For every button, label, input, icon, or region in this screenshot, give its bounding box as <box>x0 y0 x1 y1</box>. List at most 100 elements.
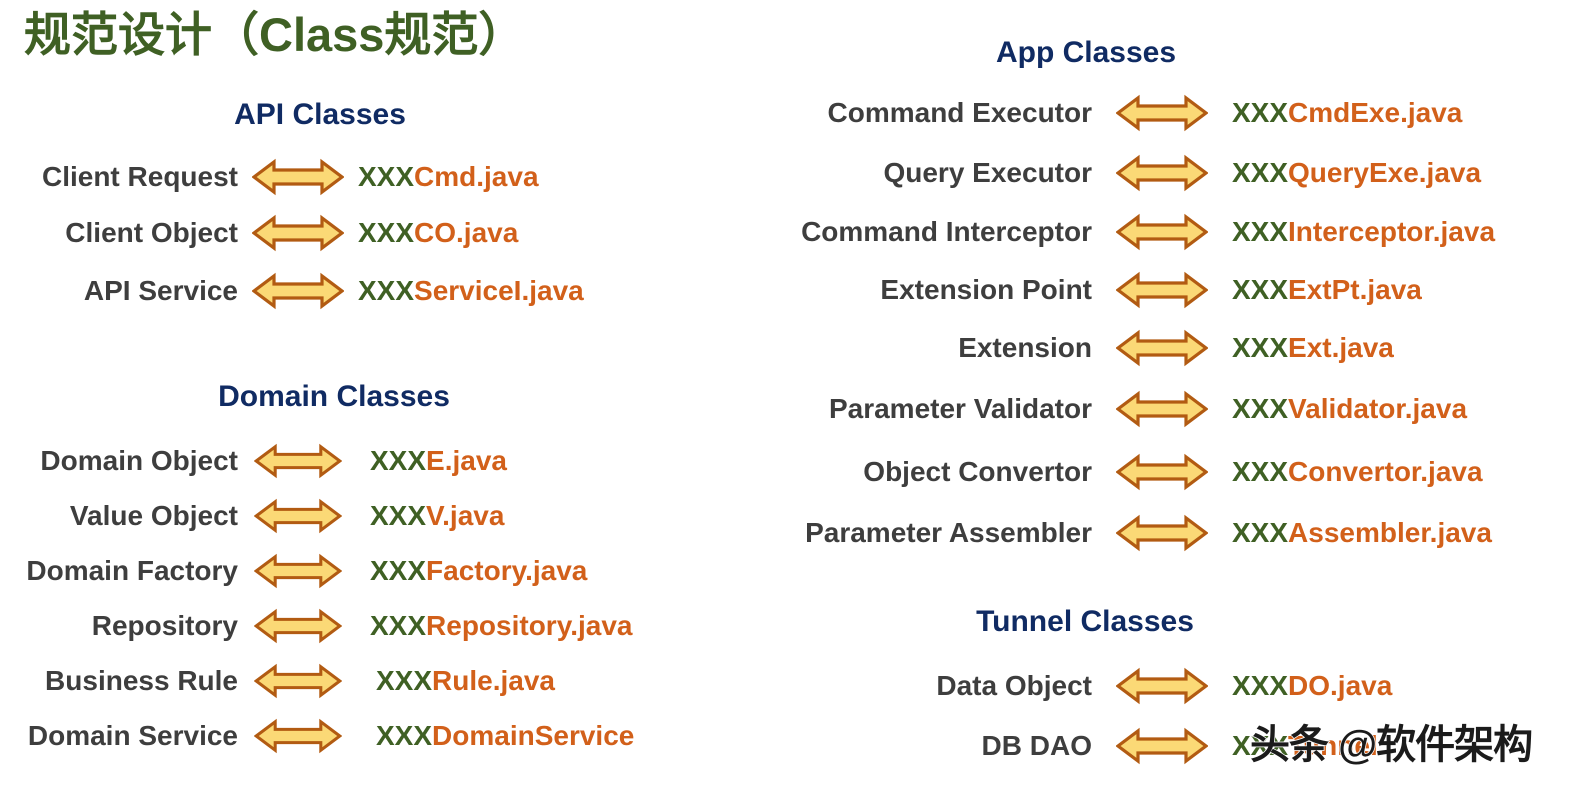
row-class-name: XXXExt.java <box>1232 334 1572 362</box>
row-label: Domain Service <box>27 719 238 751</box>
row-class-name: XXXDO.java <box>1232 672 1572 700</box>
row-class-name: XXXExtPt.java <box>1232 276 1572 304</box>
class-suffix: QueryExe.java <box>1288 157 1482 188</box>
row-class-name: XXXAssembler.java <box>1232 519 1572 547</box>
left-right-arrow-icon <box>238 497 358 535</box>
table-row[interactable]: Extension Point XXXExtPt.java <box>740 261 1572 319</box>
class-suffix: Validator.java <box>1288 392 1468 424</box>
left-right-arrow-icon <box>1092 389 1232 429</box>
table-row[interactable]: Client Object XXXCO.java <box>0 204 740 262</box>
class-prefix: XXX <box>1232 392 1289 424</box>
left-right-arrow-icon <box>238 552 358 590</box>
row-label: Parameter Validator <box>828 392 1092 424</box>
row-label: API Service <box>83 275 238 306</box>
table-row[interactable]: Query Executor XXXQueryExe.java <box>740 143 1572 203</box>
left-right-arrow-icon <box>1092 726 1232 766</box>
table-row[interactable]: Domain Factory XXXFactory.java <box>0 543 740 598</box>
row-class-name: XXXCO.java <box>358 219 740 247</box>
class-suffix: CmdExe.java <box>1288 97 1463 128</box>
left-right-arrow-icon <box>1092 513 1232 553</box>
section-domain-classes: Domain Classes Domain Object XXXE.java V… <box>0 380 740 763</box>
section-heading-tunnel-classes: Tunnel Classes <box>976 605 1194 638</box>
row-label: Query Executor <box>883 157 1092 188</box>
section-tunnel-classes: Tunnel Classes Data Object XXXDO.java DB… <box>740 605 1572 776</box>
class-suffix: ExtPt.java <box>1288 274 1422 305</box>
class-suffix: E.java <box>426 444 507 476</box>
row-group-tunnel-classes: Data Object XXXDO.java DB DAO XXXTunnel <box>740 656 1572 776</box>
class-prefix: XXX <box>370 609 427 641</box>
class-prefix: XXX <box>370 554 427 586</box>
class-suffix: Interceptor.java <box>1288 216 1496 247</box>
table-row[interactable]: Business Rule XXXRule.java <box>0 653 740 708</box>
row-class-name: XXXFactory.java <box>358 554 740 586</box>
row-label: Object Convertor <box>863 455 1092 487</box>
class-suffix: DO.java <box>1288 670 1393 701</box>
section-api-classes: API Classes Client Request XXXCmd.java C… <box>0 98 740 320</box>
table-row[interactable]: Domain Object XXXE.java <box>0 433 740 488</box>
table-row[interactable]: Domain Service XXXDomainService <box>0 708 740 763</box>
row-class-name: XXXCmdExe.java <box>1232 99 1572 127</box>
row-class-name: XXXCmd.java <box>358 160 740 192</box>
class-suffix: Tunnel <box>1288 730 1378 761</box>
left-right-arrow-icon <box>238 717 358 755</box>
class-suffix: V.java <box>426 499 505 531</box>
row-label: Extension Point <box>880 274 1092 305</box>
class-prefix: XXX <box>376 664 433 696</box>
row-group-app-classes: Command Executor XXXCmdExe.java Query Ex… <box>740 83 1572 563</box>
table-row[interactable]: Command Interceptor XXXInterceptor.java <box>740 203 1572 261</box>
class-prefix: XXX <box>1232 97 1289 128</box>
left-right-arrow-icon <box>238 271 358 311</box>
row-class-name: XXXInterceptor.java <box>1232 218 1572 246</box>
table-row[interactable]: Value Object XXXV.java <box>0 488 740 543</box>
row-label: Domain Object <box>40 444 238 476</box>
left-right-arrow-icon <box>1092 212 1232 252</box>
row-label: Client Object <box>65 217 238 248</box>
row-class-name: XXXServiceI.java <box>358 277 740 305</box>
table-row[interactable]: Command Executor XXXCmdExe.java <box>740 83 1572 143</box>
left-right-arrow-icon <box>1092 270 1232 310</box>
row-label: Value Object <box>69 499 238 531</box>
row-class-name: XXXV.java <box>358 499 740 531</box>
class-prefix: XXX <box>358 217 415 248</box>
class-suffix: DomainService <box>432 719 635 751</box>
left-right-arrow-icon <box>1092 452 1232 492</box>
left-right-arrow-icon <box>1092 666 1232 706</box>
table-row[interactable]: DB DAO XXXTunnel <box>740 716 1572 776</box>
left-right-arrow-icon <box>238 607 358 645</box>
row-class-name: XXXValidator.java <box>1232 392 1572 424</box>
row-label: Business Rule <box>45 664 238 696</box>
slide-canvas: 规范设计（Class规范） API Classes Client Request… <box>0 0 1572 791</box>
table-row[interactable]: Data Object XXXDO.java <box>740 656 1572 716</box>
class-prefix: XXX <box>358 275 415 306</box>
row-group-domain-classes: Domain Object XXXE.java Value Object XXX… <box>0 433 740 763</box>
class-prefix: XXX <box>376 719 433 751</box>
table-row[interactable]: Object Convertor XXXConvertor.java <box>740 440 1572 503</box>
table-row[interactable]: Parameter Validator XXXValidator.java <box>740 377 1572 440</box>
row-label: Domain Factory <box>26 554 238 586</box>
row-group-api-classes: Client Request XXXCmd.java Client Object <box>0 149 740 320</box>
row-label: Repository <box>91 609 238 641</box>
class-prefix: XXX <box>1232 455 1289 487</box>
left-right-arrow-icon <box>238 213 358 253</box>
class-suffix: Factory.java <box>426 554 588 586</box>
table-row[interactable]: API Service XXXServiceI.java <box>0 262 740 320</box>
left-right-arrow-icon <box>1092 153 1232 193</box>
class-suffix: CO.java <box>414 217 519 248</box>
class-suffix: Cmd.java <box>414 160 539 192</box>
left-right-arrow-icon <box>238 662 358 700</box>
row-class-name: XXXConvertor.java <box>1232 455 1572 487</box>
table-row[interactable]: Extension XXXExt.java <box>740 319 1572 377</box>
table-row[interactable]: Parameter Assembler XXXAssembler.java <box>740 503 1572 563</box>
page-title: 规范设计（Class规范） <box>24 8 526 61</box>
row-label: Extension <box>958 332 1092 363</box>
table-row[interactable]: Client Request XXXCmd.java <box>0 149 740 204</box>
row-label: Parameter Assembler <box>805 517 1092 548</box>
row-label: Command Interceptor <box>801 216 1092 247</box>
class-suffix: Rule.java <box>432 664 555 696</box>
class-prefix: XXX <box>370 444 427 476</box>
row-class-name: XXXRule.java <box>358 664 740 696</box>
class-suffix: Ext.java <box>1288 332 1394 363</box>
class-prefix: XXX <box>370 499 427 531</box>
class-prefix: XXX <box>1232 670 1289 701</box>
class-prefix: XXX <box>1232 157 1289 188</box>
